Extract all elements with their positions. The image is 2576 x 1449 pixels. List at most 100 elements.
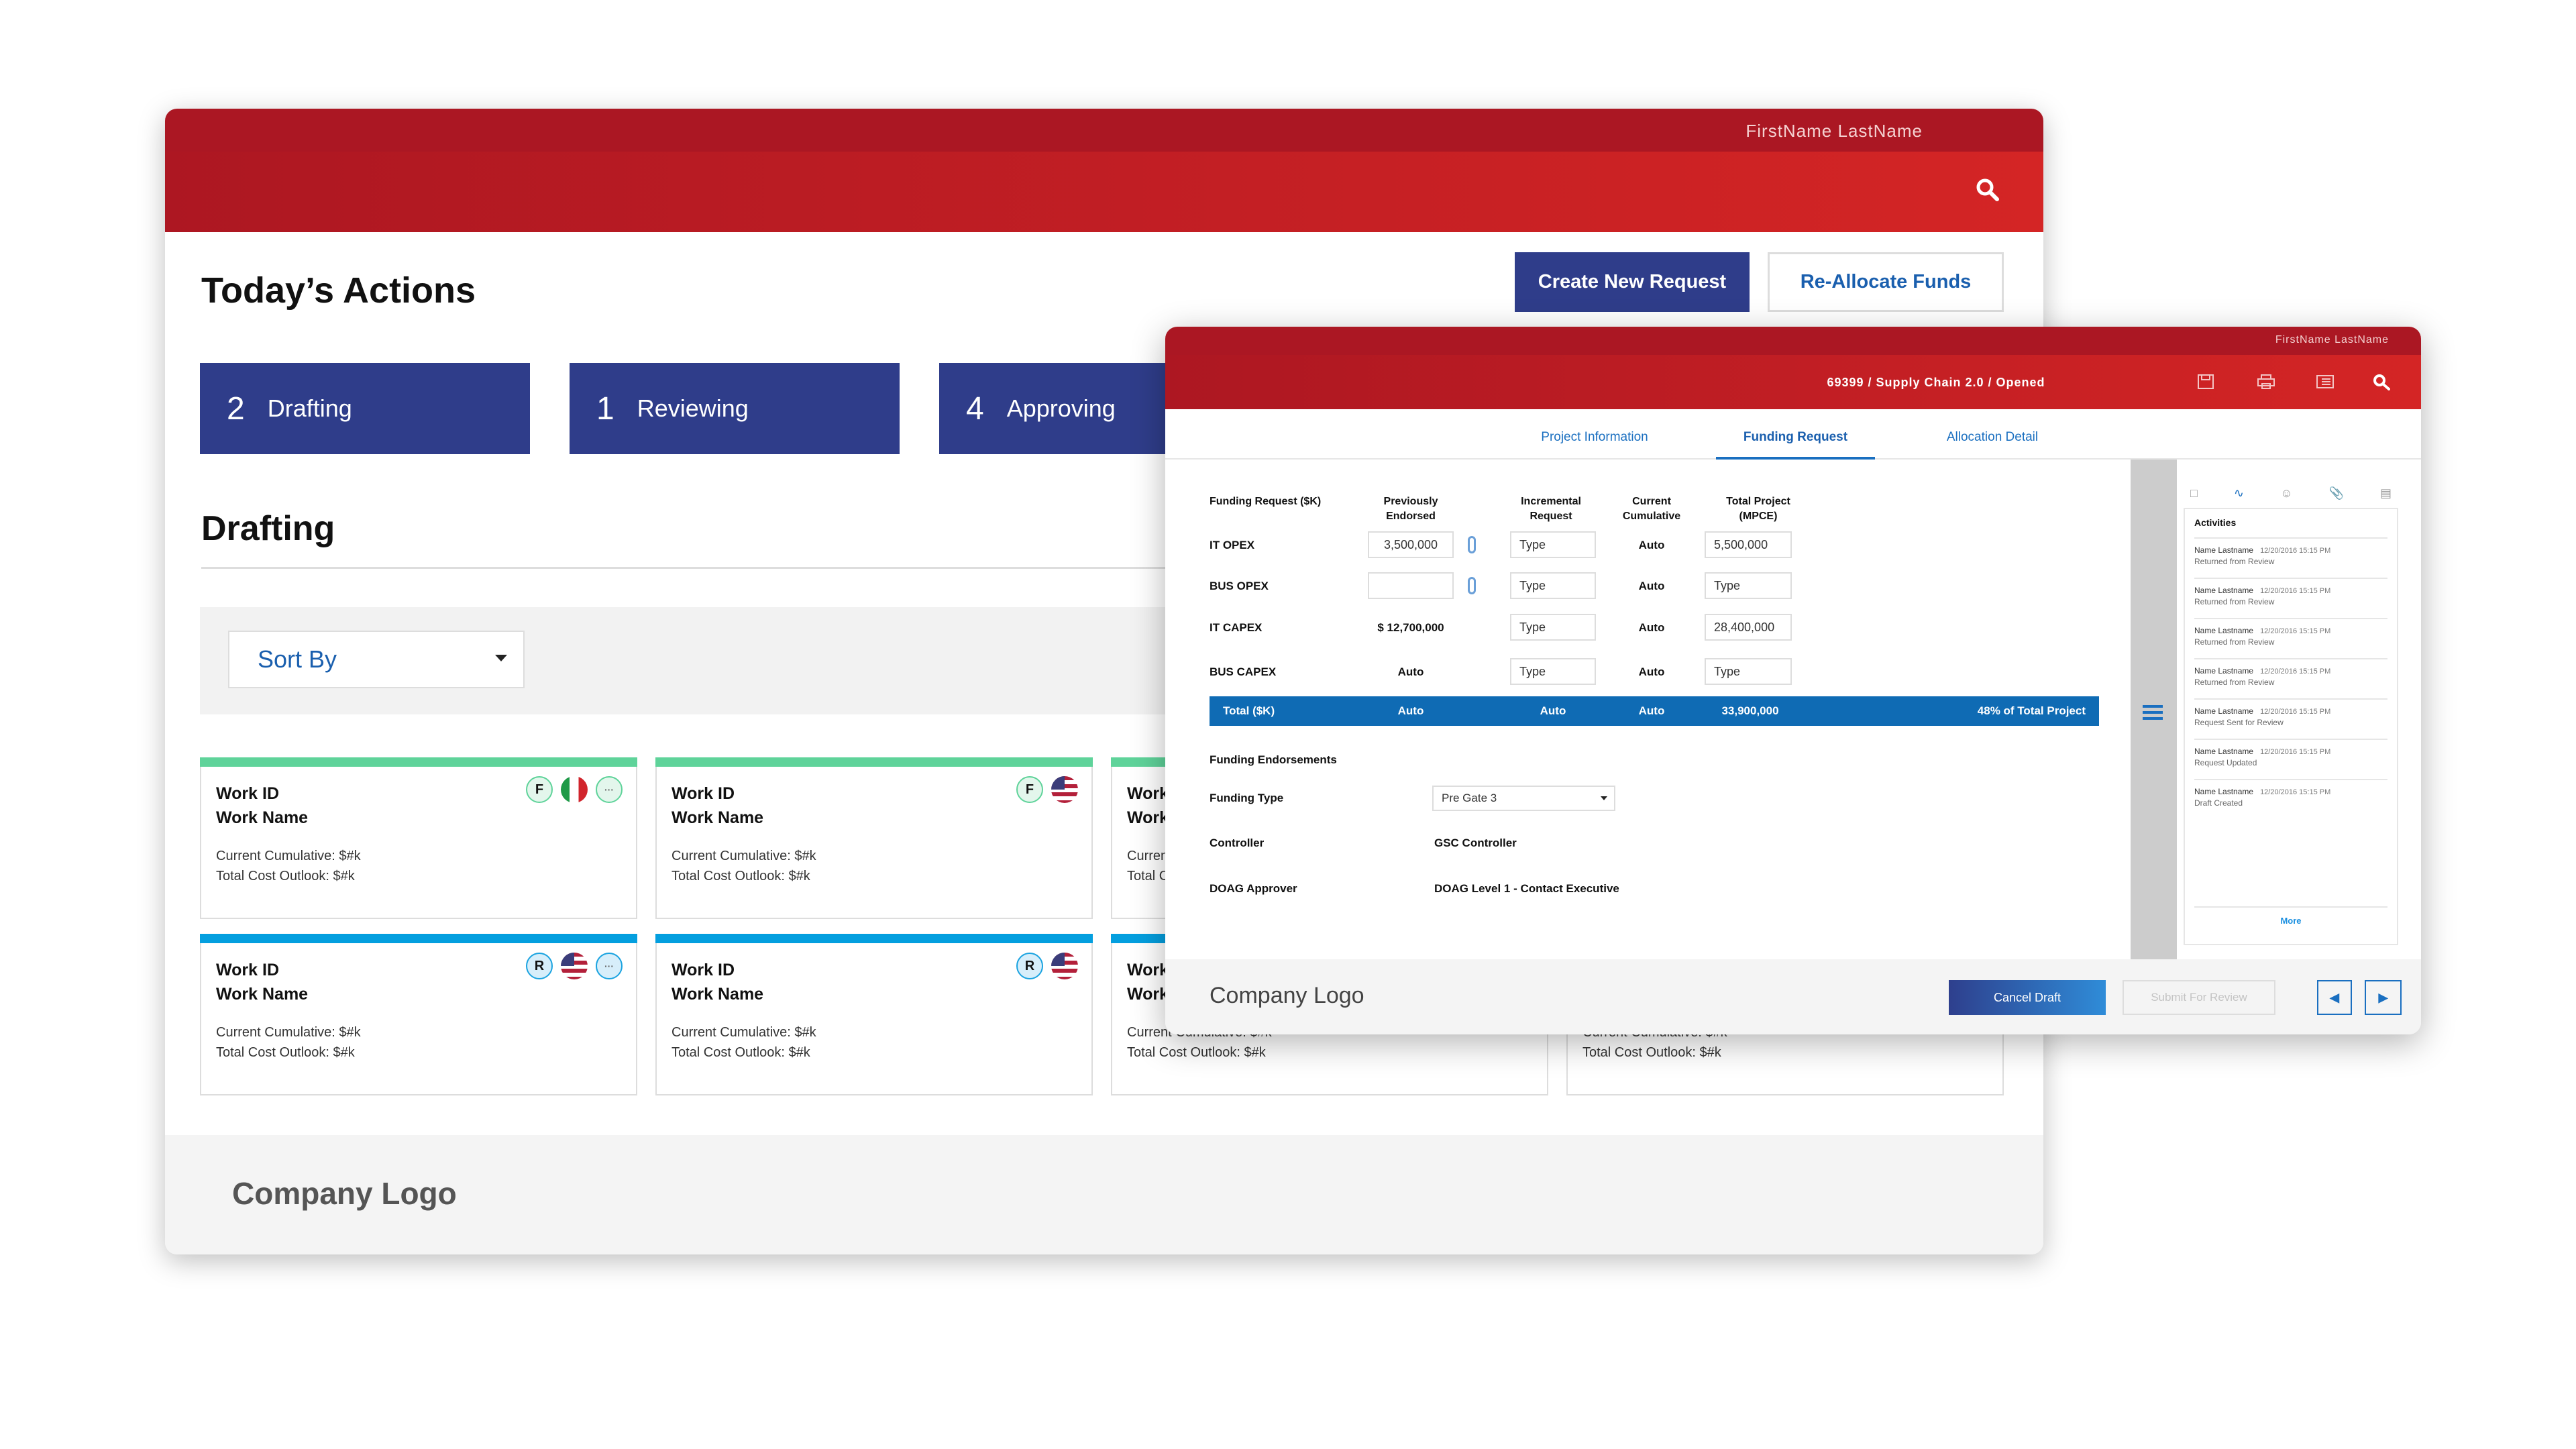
total-project-value: Type [1714, 578, 1741, 592]
activity-item[interactable]: Name Lastname 12/20/2016 15:15 PM Return… [2194, 578, 2387, 606]
work-id: Work ID [216, 784, 279, 803]
total-project-input[interactable]: Type [1705, 658, 1792, 685]
news-icon[interactable] [2316, 374, 2334, 394]
tile-drafting[interactable]: 2 Drafting [200, 363, 530, 454]
funding-type-select[interactable]: Pre Gate 3 [1432, 786, 1615, 811]
work-card[interactable]: Work ID Work Name Current Cumulative: $#… [200, 757, 637, 919]
activity-item[interactable]: Name Lastname 12/20/2016 15:15 PM Reques… [2194, 698, 2387, 727]
incremental-input[interactable]: Type [1510, 572, 1596, 599]
activity-icon[interactable]: ∿ [2234, 486, 2244, 506]
activities-title: Activities [2194, 517, 2237, 528]
sort-by-dropdown[interactable]: Sort By [228, 631, 525, 688]
create-new-request-button[interactable]: Create New Request [1515, 252, 1750, 312]
current-cumulative: Current Cumulative: $#k [216, 1025, 361, 1040]
submit-for-review-button[interactable]: Submit For Review [2123, 980, 2275, 1015]
attachment-icon[interactable] [1468, 536, 1476, 553]
col-incremental-request: Incremental Request [1521, 496, 1581, 522]
activity-name: Name Lastname [2194, 706, 2254, 716]
current-cumulative: Current Cumulative: $#k [672, 849, 816, 863]
cumulative-value: Auto [1638, 539, 1665, 551]
search-icon[interactable] [1976, 178, 1999, 206]
user-name[interactable]: FirstName LastName [1746, 121, 1923, 142]
tab-funding-request[interactable]: Funding Request [1716, 430, 1875, 460]
more-icon[interactable]: ··· [596, 953, 623, 979]
document-icon[interactable]: ▤ [2380, 486, 2392, 506]
activity-item[interactable]: Name Lastname 12/20/2016 15:15 PM Return… [2194, 618, 2387, 647]
italy-flag-icon [561, 776, 588, 803]
work-card[interactable]: Work ID Work Name Current Cumulative: $#… [655, 757, 1093, 919]
activity-name: Name Lastname [2194, 586, 2254, 595]
endorsed-value: 3,500,000 [1383, 537, 1438, 551]
work-card[interactable]: Work ID Work Name Current Cumulative: $#… [655, 934, 1093, 1095]
total-project-input[interactable]: 5,500,000 [1705, 531, 1792, 558]
card-badges: R ··· [526, 953, 623, 979]
tile-count: 4 [966, 390, 984, 427]
card-badges: F ··· [526, 776, 623, 803]
activity-name: Name Lastname [2194, 787, 2254, 796]
work-card[interactable]: Work ID Work Name Current Cumulative: $#… [200, 934, 637, 1095]
activity-sidebar: □ ∿ ☺ 📎 ▤ Activities Name Lastname 12/20… [2177, 460, 2421, 959]
total-cost-outlook: Total Cost Outlook: $#k [1127, 1045, 1266, 1060]
funding-type-label: Funding Type [1210, 792, 1284, 804]
tab-project-information[interactable]: Project Information [1541, 430, 1648, 445]
total-label: Total ($K) [1223, 704, 1275, 717]
previous-button[interactable]: ◀ [2317, 980, 2352, 1015]
col-funding-request: Funding Request ($K) [1210, 496, 1322, 507]
tile-label: Drafting [267, 394, 352, 422]
panel-toggle-rail[interactable] [2131, 460, 2177, 959]
more-link[interactable]: More [2194, 906, 2387, 926]
total-project-input[interactable]: Type [1705, 572, 1792, 599]
cancel-draft-button[interactable]: Cancel Draft [1949, 980, 2106, 1015]
hamburger-icon[interactable] [2143, 705, 2163, 721]
more-icon[interactable]: ··· [596, 776, 623, 803]
activity-time: 12/20/2016 15:15 PM [2260, 748, 2331, 756]
col-total-project: Total Project (MPCE) [1726, 496, 1790, 522]
next-button[interactable]: ▶ [2365, 980, 2402, 1015]
work-name: Work Name [672, 985, 764, 1004]
company-logo: Company Logo [232, 1176, 457, 1211]
attachment-icon[interactable]: 📎 [2329, 486, 2344, 506]
user-name[interactable]: FirstName LastName [2275, 334, 2389, 346]
comment-icon[interactable]: □ [2190, 486, 2198, 506]
activity-item[interactable]: Name Lastname 12/20/2016 15:15 PM Reques… [2194, 739, 2387, 767]
status-badge: R [526, 953, 553, 979]
arrow-right-icon: ▶ [2378, 990, 2388, 1004]
incremental-input[interactable]: Type [1510, 614, 1596, 641]
endorsed-input[interactable] [1368, 572, 1454, 599]
activity-name: Name Lastname [2194, 626, 2254, 635]
status-badge: F [526, 776, 553, 803]
user-icon[interactable]: ☺ [2280, 486, 2292, 506]
endorsed-input[interactable]: 3,500,000 [1368, 531, 1454, 558]
usa-flag-icon [561, 953, 588, 979]
total-cost-outlook: Total Cost Outlook: $#k [216, 869, 355, 883]
funding-request-window: FirstName LastName 69399 / Supply Chain … [1165, 327, 2421, 1034]
work-name: Work Name [672, 808, 764, 827]
total-cumulative: Auto [1638, 704, 1665, 717]
tab-allocation-detail[interactable]: Allocation Detail [1947, 430, 2038, 445]
activity-item[interactable]: Name Lastname 12/20/2016 15:15 PM Return… [2194, 658, 2387, 687]
col-previously-endorsed: Previously Endorsed [1383, 496, 1438, 522]
incremental-input[interactable]: Type [1510, 658, 1596, 685]
caret-down-icon [1601, 796, 1607, 804]
tile-count: 2 [227, 390, 245, 427]
current-cumulative: Current Cumulative: $#k [216, 849, 361, 863]
total-project: 33,900,000 [1721, 704, 1779, 717]
activity-item[interactable]: Name Lastname 12/20/2016 15:15 PM Return… [2194, 537, 2387, 566]
doag-label: DOAG Approver [1210, 882, 1297, 895]
incremental-input[interactable]: Type [1510, 531, 1596, 558]
tile-reviewing[interactable]: 1 Reviewing [570, 363, 900, 454]
cumulative-value: Auto [1638, 621, 1665, 634]
print-icon[interactable] [2257, 374, 2275, 394]
activity-item[interactable]: Name Lastname 12/20/2016 15:15 PM Draft … [2194, 779, 2387, 808]
activity-action: Returned from Review [2194, 557, 2275, 566]
activity-action: Request Sent for Review [2194, 718, 2284, 727]
work-id: Work ID [672, 784, 735, 803]
total-project-input[interactable]: 28,400,000 [1705, 614, 1792, 641]
activity-time: 12/20/2016 15:15 PM [2260, 547, 2331, 555]
save-icon[interactable] [2197, 374, 2214, 394]
reallocate-funds-button[interactable]: Re-Allocate Funds [1768, 252, 2004, 312]
attachment-icon[interactable] [1468, 577, 1476, 594]
company-logo: Company Logo [1210, 983, 1364, 1008]
row-label: BUS OPEX [1210, 580, 1269, 592]
search-icon[interactable] [2373, 374, 2390, 396]
